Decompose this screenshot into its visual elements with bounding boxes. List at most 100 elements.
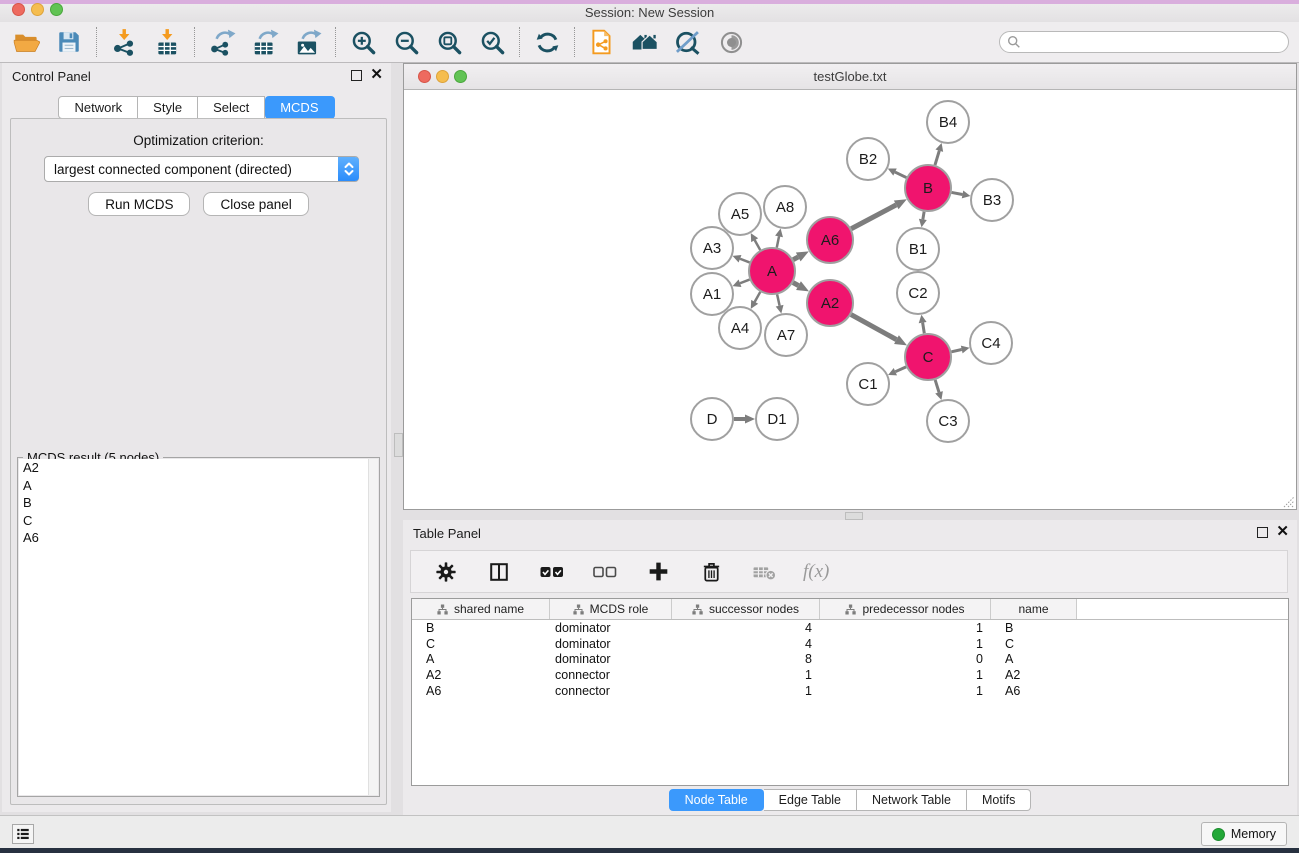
table-cell[interactable]: 1 bbox=[820, 637, 991, 651]
table-row[interactable]: A2connector11A2 bbox=[412, 667, 1288, 683]
show-all-columns-button[interactable] bbox=[538, 558, 566, 586]
delete-table-button[interactable] bbox=[750, 558, 778, 586]
table-row[interactable]: Cdominator41C bbox=[412, 636, 1288, 652]
network-canvas[interactable]: AA1A2A3A4A5A6A7A8BB1B2B3B4CC1C2C3C4DD1 bbox=[404, 90, 1296, 509]
zoom-selected-button[interactable] bbox=[478, 28, 506, 56]
mcds-result-item[interactable]: A2 bbox=[19, 459, 369, 477]
network-window-titlebar[interactable]: testGlobe.txt bbox=[404, 64, 1296, 90]
zoom-out-button[interactable] bbox=[392, 28, 420, 56]
select-stepper[interactable] bbox=[338, 157, 359, 181]
export-network-button[interactable] bbox=[208, 28, 236, 56]
graph-edge[interactable] bbox=[793, 283, 798, 286]
table-cell[interactable]: C bbox=[991, 637, 1077, 651]
tab-edge-table[interactable]: Edge Table bbox=[764, 789, 857, 811]
hide-all-columns-button[interactable] bbox=[591, 558, 619, 586]
function-builder-icon[interactable]: f(x) bbox=[803, 561, 829, 583]
close-panel-icon[interactable]: ✕ bbox=[1276, 525, 1289, 539]
save-session-button[interactable] bbox=[55, 28, 83, 56]
column-header-name[interactable]: name bbox=[991, 599, 1077, 619]
table-cell[interactable]: A2 bbox=[991, 668, 1077, 682]
network-graph[interactable]: AA1A2A3A4A5A6A7A8BB1B2B3B4CC1C2C3C4DD1 bbox=[404, 90, 1296, 509]
mcds-result-scrollbar[interactable] bbox=[368, 459, 378, 795]
export-table-button[interactable] bbox=[251, 28, 279, 56]
table-cell[interactable]: dominator bbox=[550, 637, 672, 651]
graph-edge[interactable] bbox=[951, 350, 961, 352]
network-close-traffic-light[interactable] bbox=[418, 70, 431, 83]
tab-mcds[interactable]: MCDS bbox=[265, 96, 334, 119]
table-cell[interactable]: dominator bbox=[550, 652, 672, 666]
table-cell[interactable]: A6 bbox=[991, 684, 1077, 698]
table-cell[interactable]: 4 bbox=[672, 621, 820, 635]
graph-edge[interactable] bbox=[777, 294, 779, 305]
zoom-in-button[interactable] bbox=[349, 28, 377, 56]
network-zoom-traffic-light[interactable] bbox=[454, 70, 467, 83]
close-traffic-light[interactable] bbox=[12, 3, 25, 16]
mcds-result-item[interactable]: B bbox=[19, 494, 369, 512]
vertical-splitter-grip[interactable] bbox=[394, 433, 403, 457]
table-settings-button[interactable] bbox=[432, 558, 460, 586]
tab-network-table[interactable]: Network Table bbox=[857, 789, 967, 811]
mcds-result-item[interactable]: A bbox=[19, 477, 369, 495]
task-history-button[interactable] bbox=[12, 824, 34, 844]
table-cell[interactable]: 4 bbox=[672, 637, 820, 651]
export-image-button[interactable] bbox=[294, 28, 322, 56]
float-panel-icon[interactable] bbox=[1257, 527, 1268, 538]
graph-edge[interactable] bbox=[895, 367, 906, 372]
import-network-button[interactable] bbox=[110, 28, 138, 56]
show-graphics-details-button[interactable] bbox=[717, 28, 745, 56]
graph-edge[interactable] bbox=[740, 280, 750, 284]
tab-network[interactable]: Network bbox=[58, 96, 138, 119]
table-cell[interactable]: 1 bbox=[672, 668, 820, 682]
mcds-result-item[interactable]: C bbox=[19, 512, 369, 530]
close-panel-icon[interactable]: ✕ bbox=[370, 68, 383, 82]
zoom-traffic-light[interactable] bbox=[50, 3, 63, 16]
tab-style[interactable]: Style bbox=[138, 96, 198, 119]
table-cell[interactable]: A bbox=[412, 652, 550, 666]
open-session-button[interactable] bbox=[12, 28, 40, 56]
table-cell[interactable]: 8 bbox=[672, 652, 820, 666]
graph-edge[interactable] bbox=[755, 292, 761, 302]
table-cell[interactable]: A2 bbox=[412, 668, 550, 682]
import-table-button[interactable] bbox=[153, 28, 181, 56]
column-header-successor-nodes[interactable]: successor nodes bbox=[672, 599, 820, 619]
graph-edge[interactable] bbox=[952, 192, 963, 194]
network-minimize-traffic-light[interactable] bbox=[436, 70, 449, 83]
table-cell[interactable]: 1 bbox=[820, 684, 991, 698]
table-cell[interactable]: A6 bbox=[412, 684, 550, 698]
memory-button[interactable]: Memory bbox=[1201, 822, 1287, 846]
table-cell[interactable]: connector bbox=[550, 684, 672, 698]
table-row[interactable]: Adominator80A bbox=[412, 652, 1288, 668]
graph-edge[interactable] bbox=[851, 315, 896, 340]
table-cell[interactable]: B bbox=[412, 621, 550, 635]
graph-edge[interactable] bbox=[935, 380, 939, 392]
table-cell[interactable]: 1 bbox=[672, 684, 820, 698]
mcds-result-list[interactable]: A2ABCA6 bbox=[19, 459, 369, 795]
column-header-mcds-role[interactable]: MCDS role bbox=[550, 599, 672, 619]
tab-node-table[interactable]: Node Table bbox=[669, 789, 764, 811]
graph-edge[interactable] bbox=[923, 212, 924, 220]
table-cell[interactable]: 1 bbox=[820, 621, 991, 635]
new-network-from-selection-button[interactable] bbox=[588, 28, 616, 56]
table-cell[interactable]: 1 bbox=[820, 668, 991, 682]
tab-motifs[interactable]: Motifs bbox=[967, 789, 1031, 811]
delete-column-button[interactable] bbox=[697, 558, 725, 586]
graph-edge[interactable] bbox=[777, 236, 779, 247]
column-header-shared-name[interactable]: shared name bbox=[412, 599, 550, 619]
graph-edge[interactable] bbox=[935, 151, 939, 165]
zoom-fit-button[interactable] bbox=[435, 28, 463, 56]
close-panel-button[interactable]: Close panel bbox=[203, 192, 308, 216]
table-cell[interactable]: C bbox=[412, 637, 550, 651]
graph-edge[interactable] bbox=[755, 240, 761, 250]
hide-unhide-button[interactable] bbox=[674, 28, 702, 56]
create-column-button[interactable] bbox=[644, 558, 672, 586]
table-row[interactable]: A6connector11A6 bbox=[412, 683, 1288, 699]
column-header-predecessor-nodes[interactable]: predecessor nodes bbox=[820, 599, 991, 619]
table-cell[interactable]: connector bbox=[550, 668, 672, 682]
home-button[interactable] bbox=[631, 28, 659, 56]
refresh-view-button[interactable] bbox=[533, 28, 561, 56]
resize-grip-icon[interactable] bbox=[1281, 494, 1295, 508]
table-row[interactable]: Bdominator41B bbox=[412, 620, 1288, 636]
graph-edge[interactable] bbox=[923, 323, 925, 334]
run-mcds-button[interactable]: Run MCDS bbox=[88, 192, 190, 216]
horizontal-splitter-grip[interactable] bbox=[845, 512, 863, 520]
